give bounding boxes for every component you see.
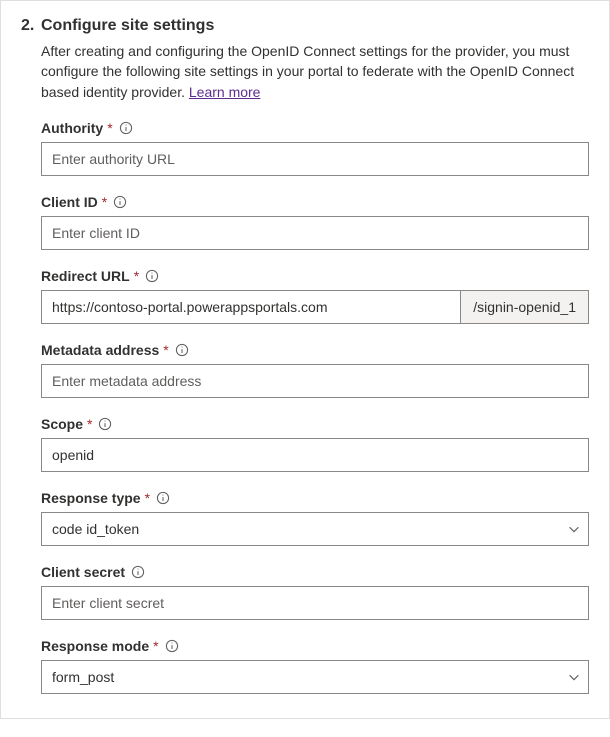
field-label-row: Client secret — [41, 564, 589, 580]
field-client-id: Client ID * — [41, 194, 589, 250]
field-label-row: Metadata address * — [41, 342, 589, 358]
redirect-url-input[interactable] — [41, 290, 460, 324]
response-type-label: Response type — [41, 490, 141, 506]
field-label-row: Redirect URL * — [41, 268, 589, 284]
field-redirect-url: Redirect URL * /signin-openid_1 — [41, 268, 589, 324]
redirect-url-label: Redirect URL — [41, 268, 130, 284]
field-response-type: Response type * — [41, 490, 589, 546]
configure-site-settings-panel: 2. Configure site settings After creatin… — [0, 0, 610, 719]
client-id-label: Client ID — [41, 194, 98, 210]
step-number: 2. — [21, 17, 41, 694]
field-scope: Scope * — [41, 416, 589, 472]
redirect-url-row: /signin-openid_1 — [41, 290, 589, 324]
response-mode-combo[interactable] — [41, 660, 589, 694]
field-label-row: Client ID * — [41, 194, 589, 210]
info-icon[interactable] — [175, 343, 189, 357]
step-body: Configure site settings After creating a… — [41, 17, 589, 694]
response-mode-label: Response mode — [41, 638, 149, 654]
metadata-address-label: Metadata address — [41, 342, 159, 358]
response-type-input[interactable] — [41, 512, 589, 546]
required-indicator: * — [163, 342, 168, 358]
step-description: After creating and configuring the OpenI… — [41, 41, 589, 102]
field-metadata-address: Metadata address * — [41, 342, 589, 398]
info-icon[interactable] — [113, 195, 127, 209]
required-indicator: * — [153, 638, 158, 654]
field-authority: Authority * — [41, 120, 589, 176]
scope-input[interactable] — [41, 438, 589, 472]
field-label-row: Response mode * — [41, 638, 589, 654]
info-icon[interactable] — [156, 491, 170, 505]
field-client-secret: Client secret — [41, 564, 589, 620]
response-type-combo[interactable] — [41, 512, 589, 546]
required-indicator: * — [145, 490, 150, 506]
info-icon[interactable] — [119, 121, 133, 135]
field-label-row: Response type * — [41, 490, 589, 506]
client-secret-label: Client secret — [41, 564, 125, 580]
required-indicator: * — [102, 194, 107, 210]
redirect-url-suffix: /signin-openid_1 — [460, 290, 589, 324]
step-header: 2. Configure site settings After creatin… — [21, 17, 589, 694]
required-indicator: * — [134, 268, 139, 284]
info-icon[interactable] — [98, 417, 112, 431]
client-secret-input[interactable] — [41, 586, 589, 620]
authority-input[interactable] — [41, 142, 589, 176]
field-label-row: Scope * — [41, 416, 589, 432]
metadata-address-input[interactable] — [41, 364, 589, 398]
learn-more-link[interactable]: Learn more — [189, 84, 261, 100]
field-label-row: Authority * — [41, 120, 589, 136]
scope-label: Scope — [41, 416, 83, 432]
required-indicator: * — [87, 416, 92, 432]
required-indicator: * — [107, 120, 112, 136]
info-icon[interactable] — [145, 269, 159, 283]
info-icon[interactable] — [131, 565, 145, 579]
authority-label: Authority — [41, 120, 103, 136]
field-response-mode: Response mode * — [41, 638, 589, 694]
step-description-text: After creating and configuring the OpenI… — [41, 43, 574, 100]
step-title: Configure site settings — [41, 17, 589, 35]
info-icon[interactable] — [165, 639, 179, 653]
response-mode-input[interactable] — [41, 660, 589, 694]
client-id-input[interactable] — [41, 216, 589, 250]
